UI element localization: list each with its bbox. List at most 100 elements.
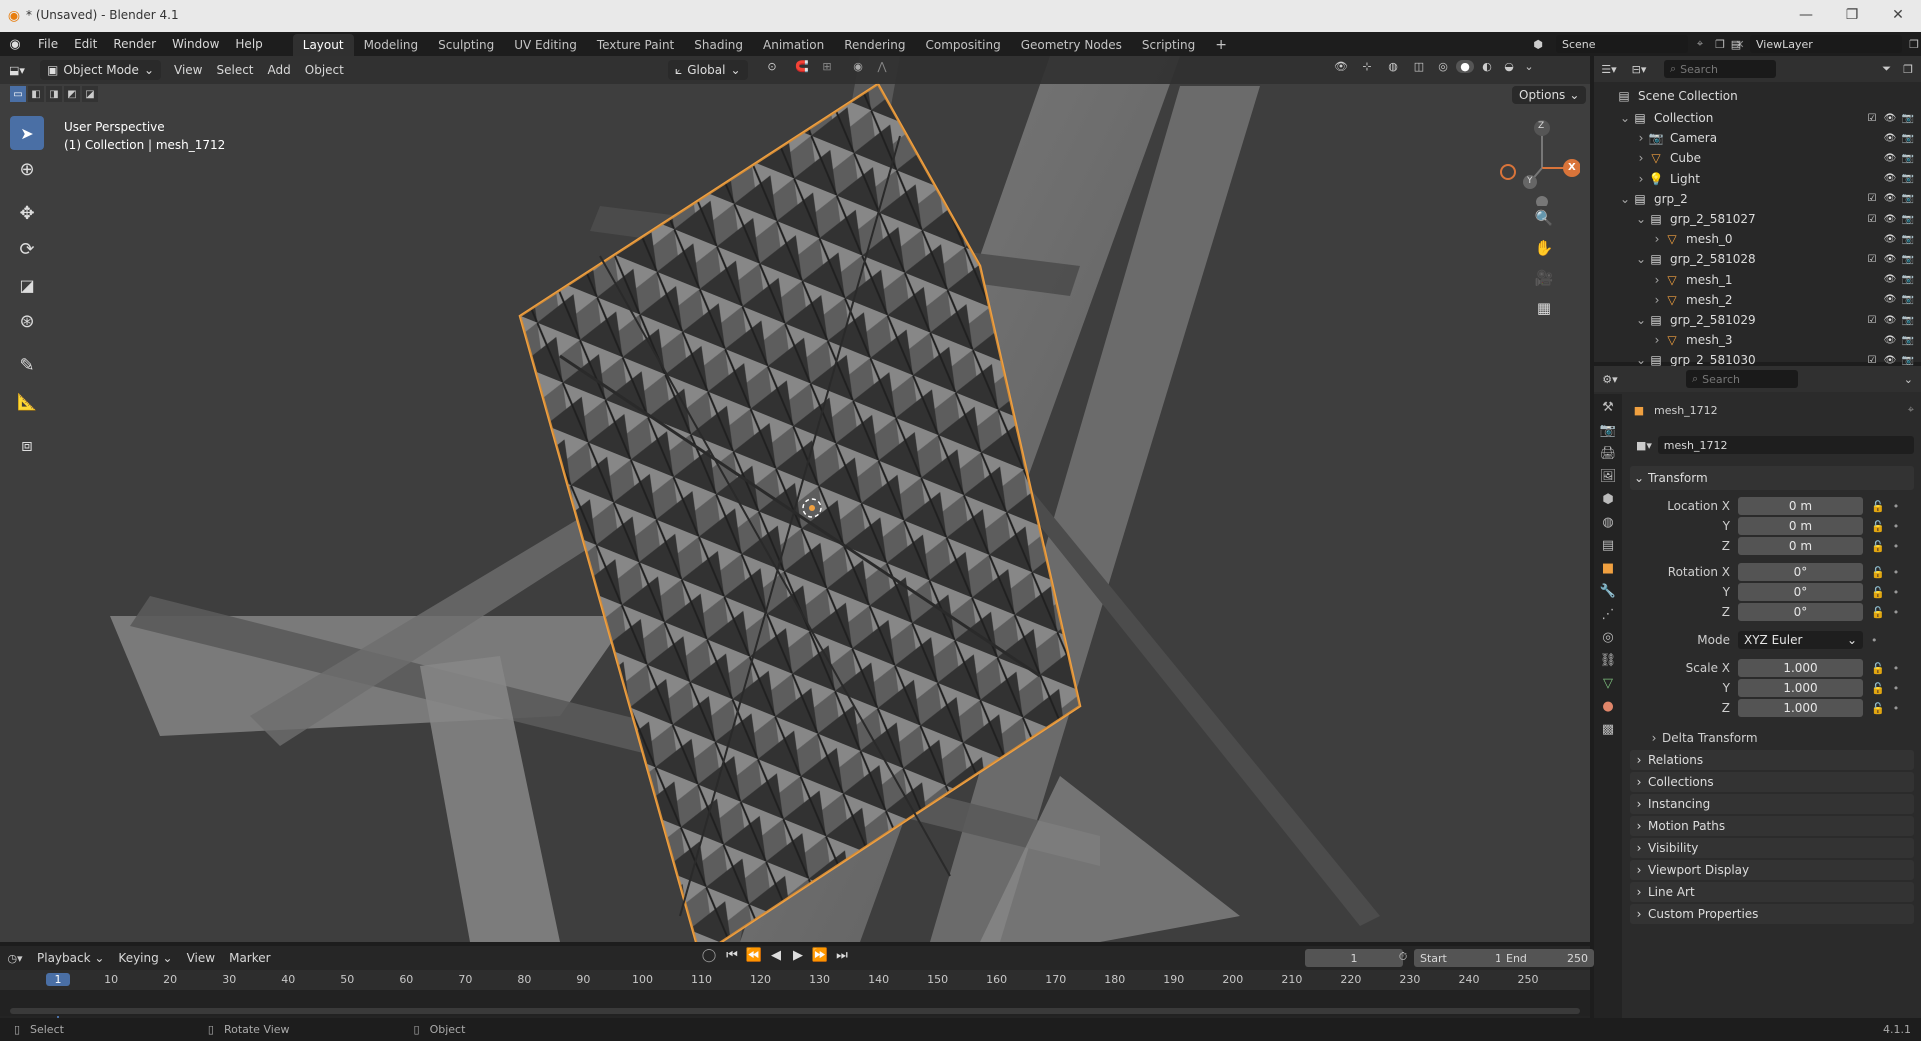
expand-chevron-right-icon[interactable]: › — [1634, 131, 1648, 145]
render-camera-icon[interactable]: 📷 — [1901, 335, 1915, 346]
render-camera-icon[interactable]: 📷 — [1901, 234, 1915, 245]
scale-x-field[interactable]: 1.000 — [1738, 659, 1863, 677]
panel-instancing[interactable]: › Instancing — [1630, 794, 1914, 814]
outliner-item[interactable]: › 💡 Light 👁 📷 — [1594, 169, 1921, 189]
add-menu[interactable]: Add — [261, 63, 298, 77]
camera-view-icon[interactable]: 🎥 — [1532, 266, 1556, 290]
tab-shading[interactable]: Shading — [684, 34, 753, 56]
panel-custom-properties[interactable]: › Custom Properties — [1630, 904, 1914, 924]
render-camera-icon[interactable]: 📷 — [1901, 254, 1915, 265]
outliner-item[interactable]: ⌄ ▤ Collection ☑ 👁 📷 — [1594, 108, 1921, 128]
annotate-tool[interactable]: ✎ — [10, 348, 44, 382]
gizmo-toggle-icon[interactable]: ⊹ — [1356, 60, 1378, 73]
outliner-item[interactable]: › ▽ mesh_0 👁 📷 — [1594, 229, 1921, 249]
expand-chevron-right-icon[interactable]: › — [1650, 232, 1664, 246]
tab-sculpting[interactable]: Sculpting — [428, 34, 504, 56]
tab-geometry-nodes[interactable]: Geometry Nodes — [1011, 34, 1132, 56]
navigation-gizmo[interactable]: Z X Y — [1490, 116, 1581, 208]
outliner-editor-icon[interactable]: ☰▾ — [1594, 63, 1624, 76]
expand-chevron-right-icon[interactable]: › — [1650, 293, 1664, 307]
render-camera-icon[interactable]: 📷 — [1901, 294, 1915, 305]
3d-viewport[interactable]: User Perspective (1) Collection | mesh_1… — [0, 56, 1590, 942]
outliner-item[interactable]: › ▽ mesh_1 👁 📷 — [1594, 270, 1921, 290]
eye-icon[interactable]: 👁 — [1883, 153, 1897, 164]
checkbox-icon[interactable]: ☑ — [1865, 193, 1879, 204]
ortho-grid-icon[interactable]: ▦ — [1532, 296, 1556, 320]
pan-hand-icon[interactable]: ✋ — [1532, 236, 1556, 260]
scale-z-field[interactable]: 1.000 — [1738, 699, 1863, 717]
falloff-icon[interactable]: ⋀ — [872, 60, 892, 73]
options-dropdown[interactable]: Options ⌄ — [1512, 86, 1587, 104]
cursor-tool[interactable]: ⊕ — [10, 152, 44, 186]
transform-orientation-dropdown[interactable]: ⟀ Global ⌄ — [668, 60, 748, 80]
pivot-icon[interactable]: ⊙ — [760, 60, 784, 73]
view-menu[interactable]: View — [167, 63, 209, 77]
expand-chevron-right-icon[interactable]: › — [1634, 172, 1648, 186]
timeline-scrollbar[interactable] — [10, 1008, 1580, 1014]
properties-search[interactable]: ⌕ Search — [1686, 370, 1798, 388]
panel-visibility[interactable]: › Visibility — [1630, 838, 1914, 858]
outliner-item[interactable]: ⌄ ▤ grp_2_581027 ☑ 👁 📷 — [1594, 209, 1921, 229]
outliner-item[interactable]: ⌄ ▤ grp_2 ☑ 👁 📷 — [1594, 189, 1921, 209]
outliner-search[interactable]: ⌕ Search — [1664, 60, 1776, 78]
menu-help[interactable]: Help — [227, 37, 270, 51]
keyframe-dot-icon[interactable]: • — [1893, 606, 1900, 619]
expand-chevron-down-icon[interactable]: ⌄ — [1618, 111, 1632, 125]
blender-menu-icon[interactable]: ◉ — [0, 37, 30, 52]
rotation-mode-dropdown[interactable]: XYZ Euler ⌄ — [1738, 631, 1863, 649]
filter-icon[interactable]: ⏷ — [1882, 62, 1891, 76]
scene-tab-icon[interactable]: ⬢ — [1602, 492, 1613, 507]
modifier-tab-icon[interactable]: 🔧 — [1600, 584, 1616, 599]
expand-chevron-right-icon[interactable]: › — [1650, 273, 1664, 287]
add-cube-tool[interactable]: ⧈ — [10, 428, 44, 462]
lock-icon[interactable]: 🔓 — [1871, 606, 1885, 619]
marker-menu[interactable]: Marker — [222, 951, 277, 965]
texture-tab-icon[interactable]: ▩ — [1602, 722, 1614, 737]
location-y-field[interactable]: 0 m — [1738, 517, 1863, 535]
menu-render[interactable]: Render — [105, 37, 164, 51]
keyframe-dot-icon[interactable]: • — [1871, 634, 1878, 647]
render-camera-icon[interactable]: 📷 — [1901, 315, 1915, 326]
rotate-tool[interactable]: ⟳ — [10, 232, 44, 266]
snap-icon[interactable]: 🧲 — [790, 60, 814, 73]
eye-icon[interactable]: 👁 — [1883, 335, 1897, 346]
render-camera-icon[interactable]: 📷 — [1901, 214, 1915, 225]
select-subtract-icon[interactable]: ◨ — [46, 86, 62, 102]
constraints-tab-icon[interactable]: ⛓ — [1600, 653, 1617, 668]
new-viewlayer-icon[interactable]: ❐ — [1906, 38, 1921, 51]
tab-rendering[interactable]: Rendering — [834, 34, 915, 56]
timeline-view-menu[interactable]: View — [180, 951, 222, 965]
wireframe-shading-icon[interactable]: ◎ — [1434, 60, 1452, 73]
eye-icon[interactable]: 👁 — [1883, 254, 1897, 265]
checkbox-icon[interactable]: ☑ — [1865, 315, 1879, 326]
object-name-input[interactable]: mesh_1712 — [1657, 436, 1914, 454]
measure-tool[interactable]: 📐 — [10, 384, 44, 418]
material-tab-icon[interactable]: ● — [1602, 699, 1613, 714]
keying-menu[interactable]: Keying ⌄ — [111, 951, 179, 965]
select-menu[interactable]: Select — [209, 63, 260, 77]
render-camera-icon[interactable]: 📷 — [1901, 153, 1915, 164]
expand-chevron-down-icon[interactable]: ⌄ — [1634, 212, 1648, 226]
pin-icon[interactable]: ⌖ — [1692, 37, 1708, 51]
location-z-field[interactable]: 0 m — [1738, 537, 1863, 555]
overlay-toggle-icon[interactable]: ◍ — [1382, 60, 1404, 73]
keyframe-dot-icon[interactable]: • — [1893, 662, 1900, 675]
tab-modeling[interactable]: Modeling — [354, 34, 429, 56]
current-frame-field[interactable]: 1 — [1305, 949, 1403, 967]
checkbox-icon[interactable]: ☑ — [1865, 113, 1879, 124]
render-camera-icon[interactable]: 📷 — [1901, 274, 1915, 285]
eye-icon[interactable]: 👁 — [1883, 173, 1897, 184]
eye-icon[interactable]: 👁 — [1883, 193, 1897, 204]
frame-ruler[interactable]: 1 10 20 30 40 50 60 70 80 90 100 110 120 130 140 150 160… — [0, 970, 1590, 1018]
object-mode-dropdown[interactable]: ▣ Object Mode ⌄ — [40, 60, 161, 80]
eye-icon[interactable]: 👁 — [1883, 274, 1897, 285]
object-tab-icon[interactable]: ■ — [1602, 561, 1614, 576]
expand-chevron-right-icon[interactable]: › — [1634, 151, 1648, 165]
expand-chevron-right-icon[interactable]: › — [1650, 333, 1664, 347]
render-camera-icon[interactable]: 📷 — [1901, 113, 1915, 124]
menu-edit[interactable]: Edit — [66, 37, 105, 51]
lock-icon[interactable]: 🔓 — [1871, 702, 1885, 715]
rendered-shading-icon[interactable]: ◒ — [1500, 60, 1518, 73]
eye-icon[interactable]: 👁 — [1883, 315, 1897, 326]
snap-target-icon[interactable]: ⊞ — [815, 60, 839, 73]
